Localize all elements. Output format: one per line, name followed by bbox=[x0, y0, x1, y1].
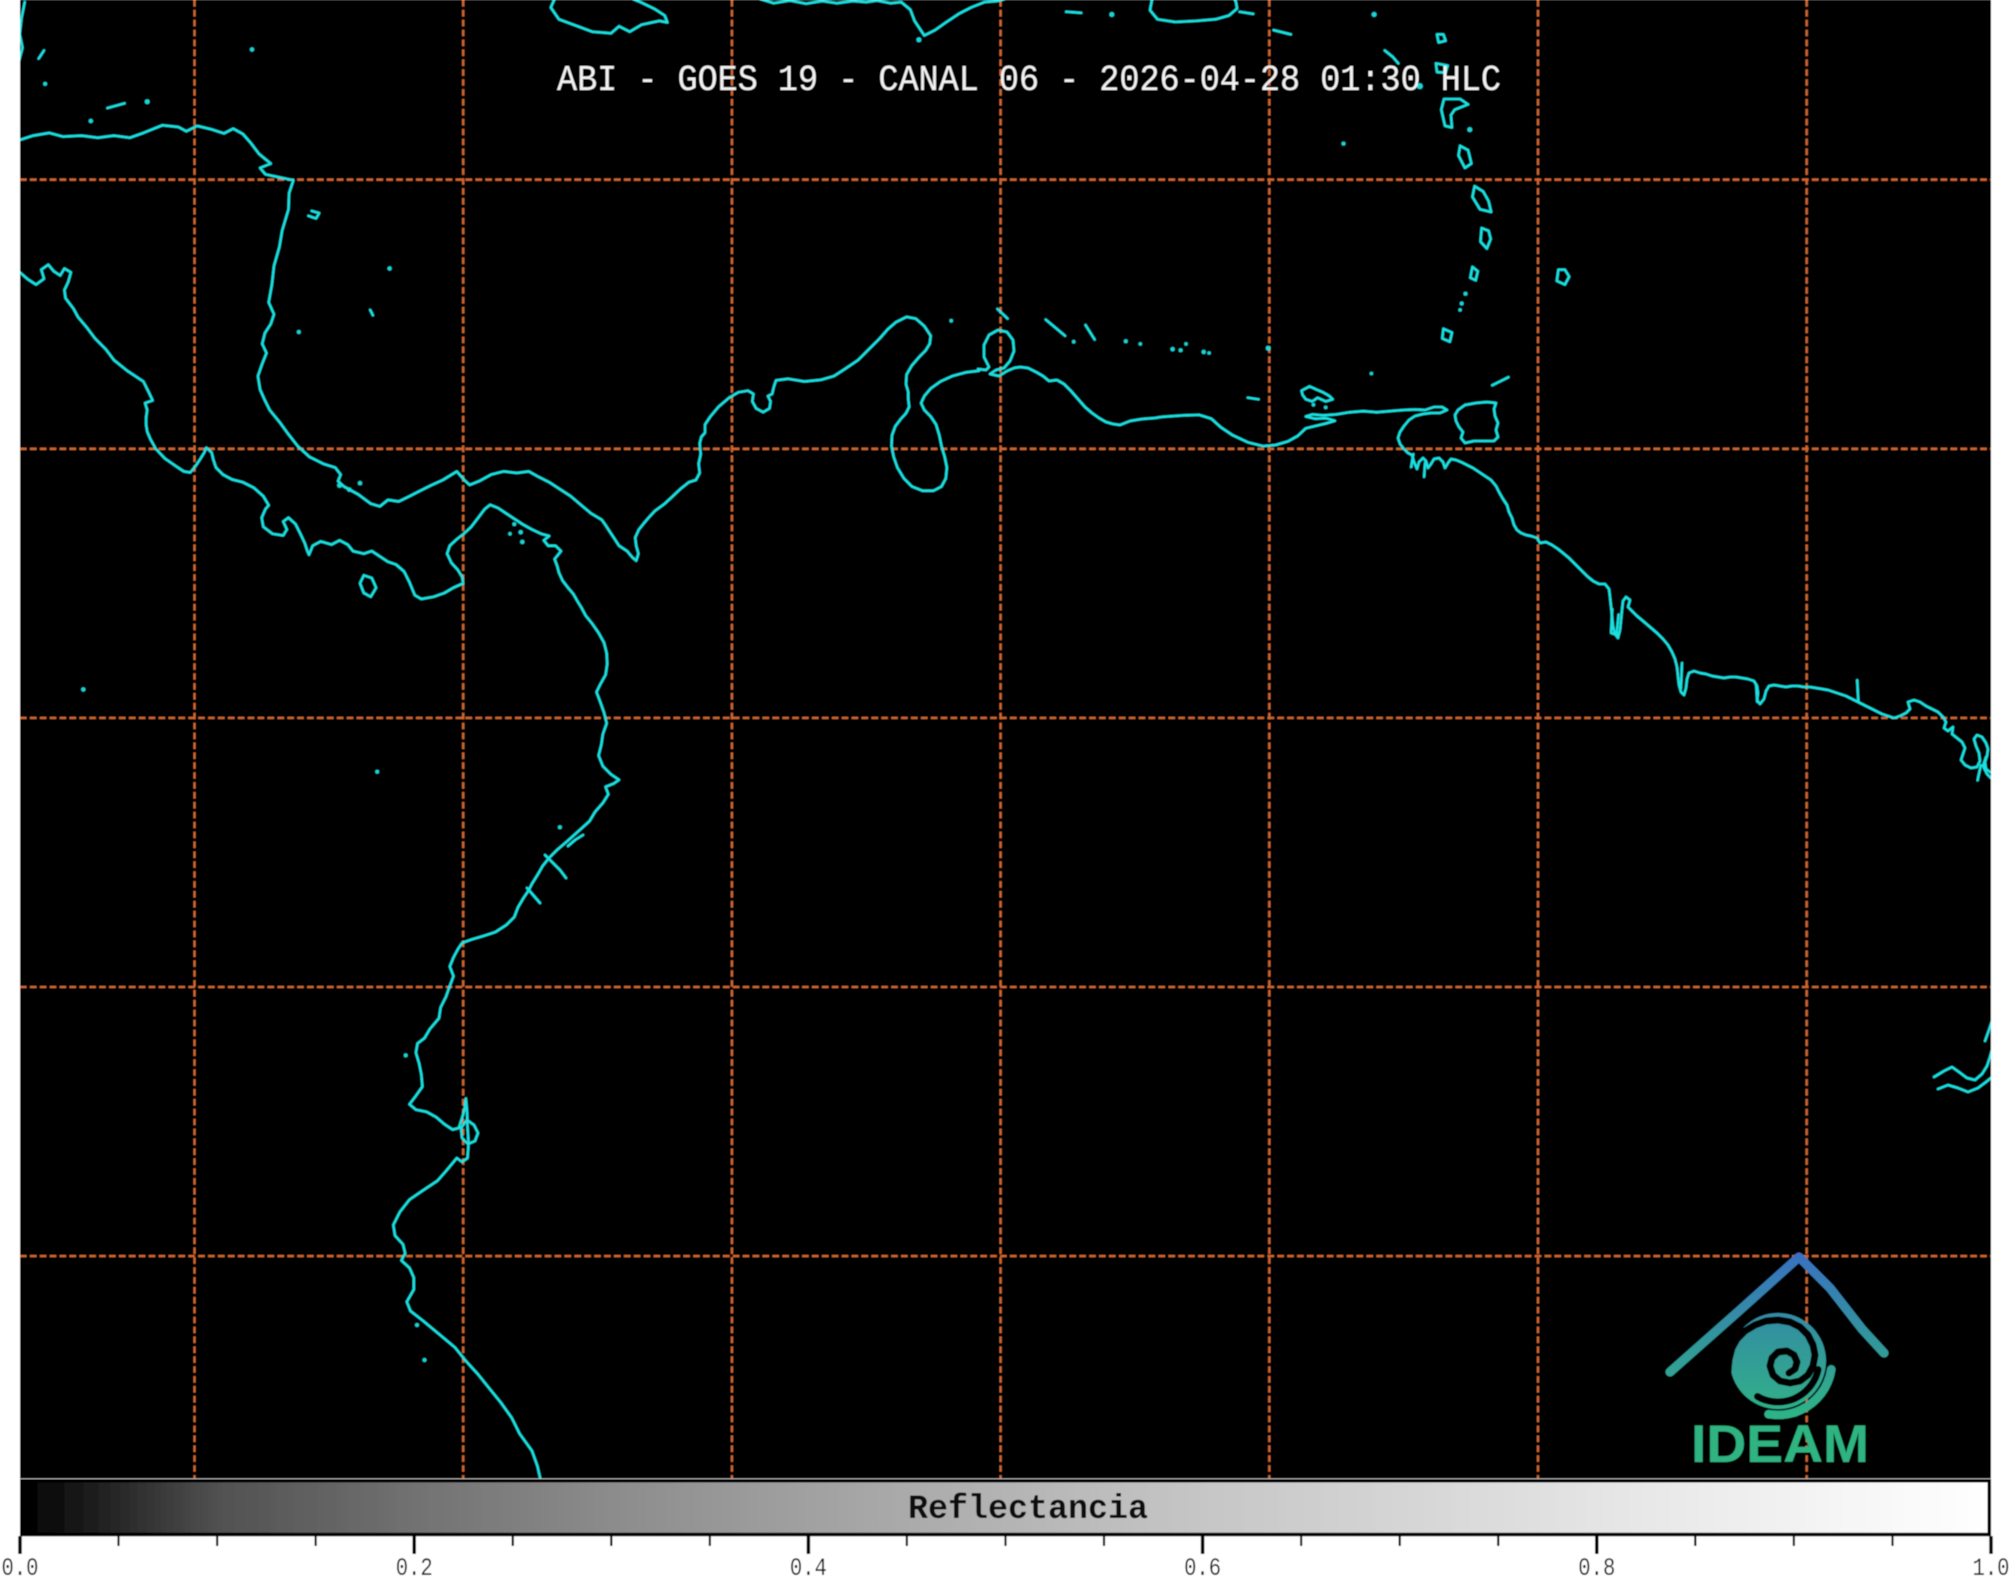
svg-text:1.0: 1.0 bbox=[1973, 1554, 2010, 1577]
svg-text:0.4: 0.4 bbox=[790, 1554, 827, 1577]
svg-text:0.8: 0.8 bbox=[1578, 1554, 1615, 1577]
svg-text:0.0: 0.0 bbox=[2, 1554, 39, 1577]
svg-text:Reflectancia: Reflectancia bbox=[908, 1491, 1148, 1529]
svg-text:IDEAM: IDEAM bbox=[1691, 1415, 1869, 1474]
svg-text:ABI - GOES 19 - CANAL 06 - 202: ABI - GOES 19 - CANAL 06 - 2026-04-28 01… bbox=[557, 60, 1501, 101]
svg-text:0.6: 0.6 bbox=[1184, 1554, 1221, 1577]
svg-text:0.2: 0.2 bbox=[396, 1554, 433, 1577]
